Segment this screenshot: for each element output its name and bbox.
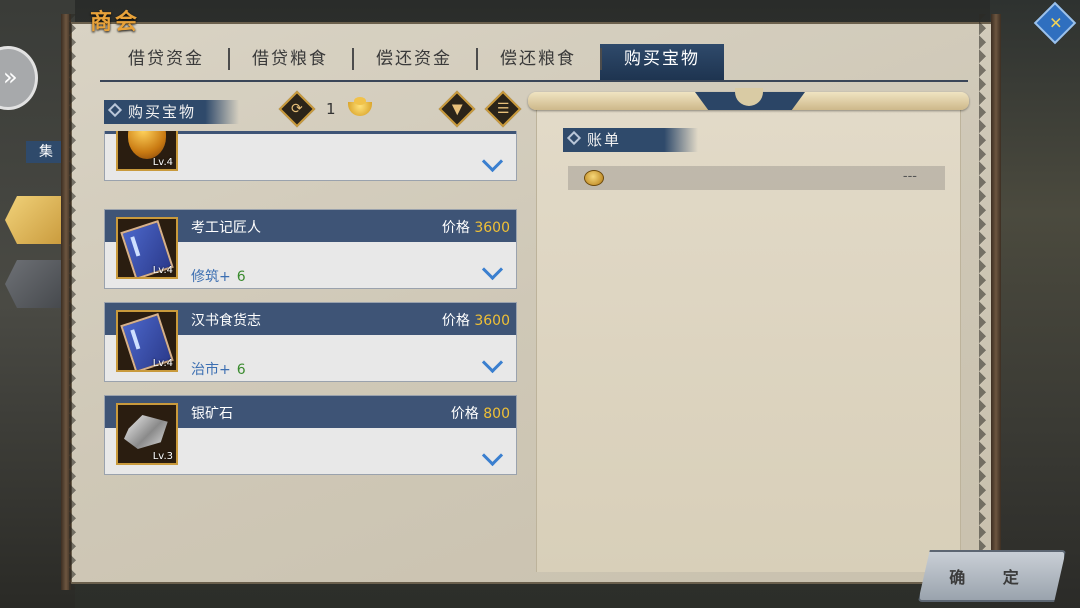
tab-borrow-funds[interactable]: 借贷资金 — [104, 44, 228, 80]
filter-icon: ▼ — [451, 101, 463, 117]
price-value: 800 — [483, 406, 510, 422]
price-label: 价格 — [450, 406, 479, 422]
page-title: 商会 — [90, 9, 141, 35]
item-level: Lv.4 — [152, 265, 173, 276]
chevron-down-icon[interactable] — [481, 444, 504, 467]
tab-bar: 借贷资金 借贷粮食 偿还资金 偿还粮食 购买宝物 — [104, 44, 724, 80]
item-name: 考工记匠人 — [191, 220, 261, 236]
item-level: Lv.4 — [152, 358, 173, 369]
counter: ⟳ 1 — [278, 90, 372, 128]
item-effect: 治市+ 6 — [191, 359, 246, 379]
amber-gem-icon — [128, 131, 166, 159]
bill-value: --- — [902, 169, 917, 184]
list-item[interactable]: Lv.4 — [104, 131, 517, 181]
background-right — [990, 0, 1080, 608]
list-icon: ☰ — [496, 101, 510, 117]
list-item[interactable]: Lv.4 汉书食货志 价格 3600 治市+ 6 — [104, 302, 517, 382]
diamond-icon — [107, 102, 123, 118]
bill-header: 账单 — [563, 128, 698, 152]
item-price: 价格 3600 — [442, 310, 510, 330]
section-header: 购买宝物 — [104, 100, 239, 124]
list-item[interactable]: Lv.4 考工记匠人 价格 3600 修筑+ 6 — [104, 209, 517, 289]
list-item[interactable]: Lv.3 银矿石 价格 800 — [104, 395, 517, 475]
tab-divider — [100, 80, 968, 82]
effect-value: 6 — [236, 362, 246, 378]
coin-icon — [584, 170, 604, 186]
silver-ore-icon — [124, 415, 168, 449]
effect-value: 6 — [236, 269, 246, 285]
scroll-rod-left — [61, 14, 83, 590]
crossed-swords-icon: ✕ — [1049, 13, 1063, 33]
item-icon-frame: Lv.4 — [116, 217, 178, 279]
gold-ingot-icon — [347, 97, 372, 116]
price-label: 价格 — [441, 313, 470, 329]
item-level: Lv.4 — [152, 157, 173, 168]
item-list[interactable]: Lv.4 Lv.4 考工记匠人 价格 3600 修筑+ 6 Lv.4 汉书食货志 … — [104, 131, 517, 481]
refresh-icon: ⟳ — [291, 100, 303, 117]
item-price: 价格 800 — [451, 403, 510, 423]
tab-repay-grain[interactable]: 偿还粮食 — [476, 44, 600, 80]
side-tag[interactable]: 集 — [26, 141, 66, 163]
confirm-button[interactable]: 确 定 — [918, 550, 1066, 602]
effect-label: 治市+ — [191, 362, 231, 378]
bill-title: 账单 — [587, 131, 622, 149]
item-icon-frame: Lv.4 — [116, 310, 178, 372]
refresh-button[interactable]: ⟳ — [278, 90, 316, 128]
item-price: 价格 3600 — [442, 217, 510, 237]
refresh-count: 1 — [326, 100, 336, 118]
effect-label: 修筑+ — [191, 269, 231, 285]
price-label: 价格 — [441, 220, 470, 236]
side-tab[interactable] — [5, 260, 65, 308]
double-chevron-icon: » — [3, 63, 18, 91]
item-name: 银矿石 — [191, 406, 233, 422]
item-name: 汉书食货志 — [191, 313, 261, 329]
section-title: 购买宝物 — [128, 103, 197, 121]
item-effect: 修筑+ 6 — [191, 266, 246, 286]
chevron-down-icon[interactable] — [481, 258, 504, 281]
tab-repay-funds[interactable]: 偿还资金 — [352, 44, 476, 80]
price-value: 3600 — [474, 220, 510, 236]
chevron-down-icon[interactable] — [481, 351, 504, 374]
tab-borrow-grain[interactable]: 借贷粮食 — [228, 44, 352, 80]
item-level: Lv.3 — [152, 451, 173, 462]
item-icon-frame: Lv.3 — [116, 403, 178, 465]
item-icon-frame: Lv.4 — [116, 131, 178, 171]
bill-row: --- — [568, 166, 945, 190]
diamond-icon — [566, 130, 582, 146]
side-tab-active[interactable] — [5, 196, 65, 244]
scroll-rod-right — [979, 14, 1001, 590]
chevron-down-icon[interactable] — [481, 150, 504, 173]
price-value: 3600 — [474, 313, 510, 329]
tab-buy-treasure[interactable]: 购买宝物 — [600, 44, 724, 80]
